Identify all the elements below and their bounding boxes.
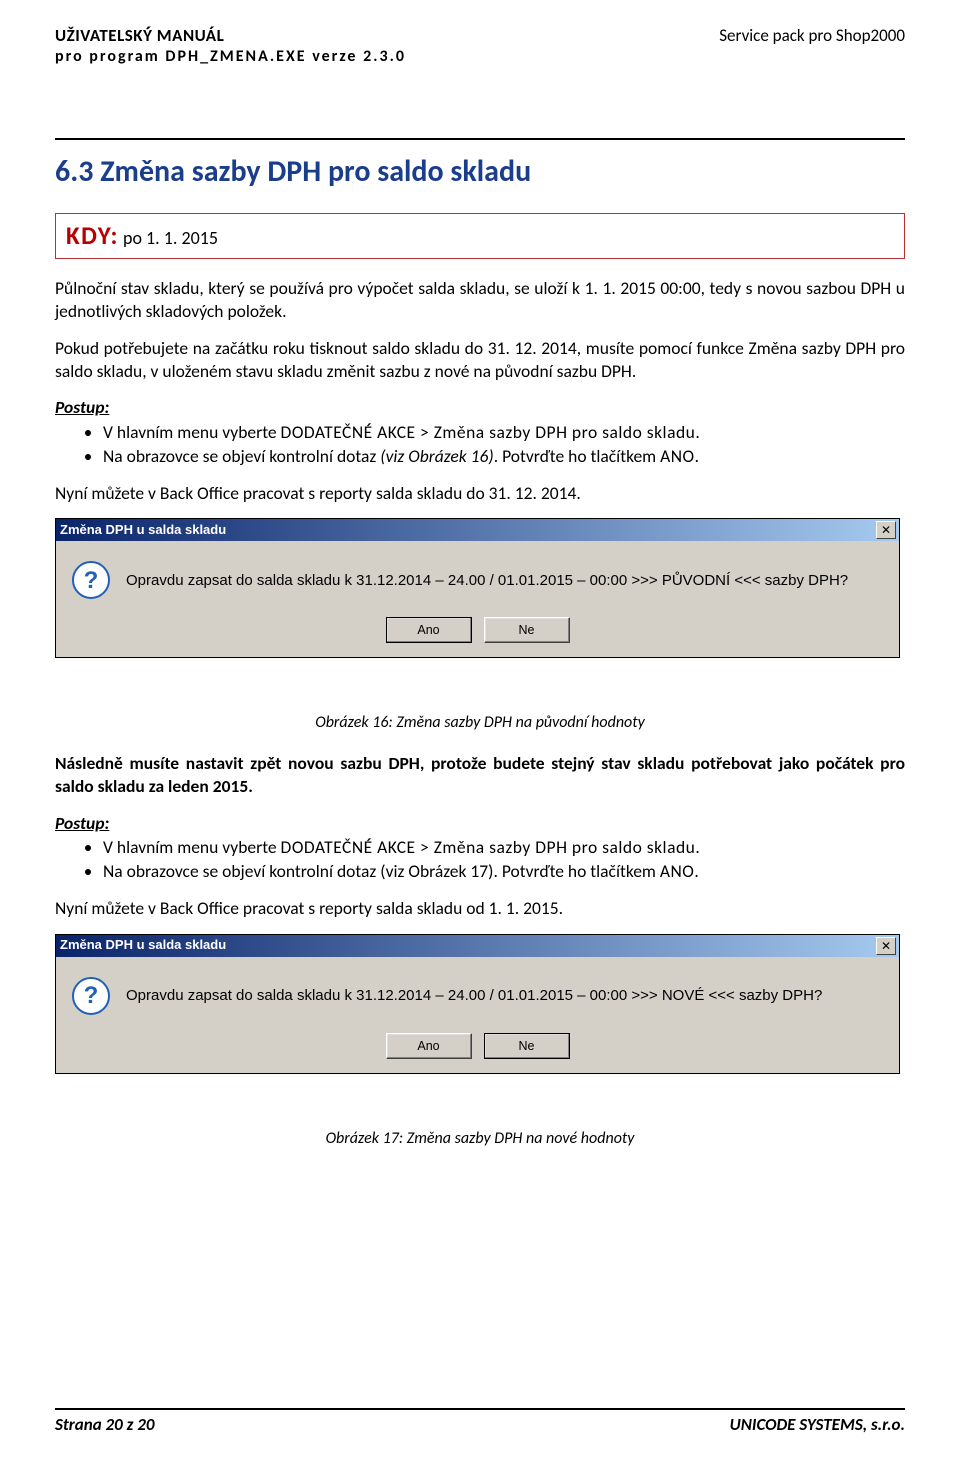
paragraph-4: Následně musíte nastavit zpět novou sazb… xyxy=(55,752,905,798)
kdy-text: po 1. 1. 2015 xyxy=(119,227,218,249)
menu-path: DODATEČNÉ AKCE > Změna sazby DPH pro sal… xyxy=(281,836,701,858)
paragraph-2: Pokud potřebujete na začátku roku tiskno… xyxy=(55,337,905,383)
no-button[interactable]: Ne xyxy=(484,1033,570,1059)
menu-path: DODATEČNÉ AKCE > Změna sazby DPH pro sal… xyxy=(281,421,701,443)
page-header: UŽIVATELSKÝ MANUÁL pro program DPH_ZMENA… xyxy=(55,25,905,68)
header-title-2: pro program DPH_ZMENA.EXE verze 2.3.0 xyxy=(55,47,406,68)
no-button[interactable]: Ne xyxy=(484,617,570,643)
paragraph-3: Nyní můžete v Back Office pracovat s rep… xyxy=(55,482,905,505)
close-button[interactable]: ✕ xyxy=(876,521,896,539)
list-item: Na obrazovce se objeví kontrolní dotaz (… xyxy=(103,445,905,468)
bullet-list-2: V hlavním menu vyberte DODATEČNÉ AKCE > … xyxy=(55,836,905,883)
postup-label-1: Postup: xyxy=(55,396,905,419)
dialog-message: Opravdu zapsat do salda skladu k 31.12.2… xyxy=(126,986,822,1006)
close-icon: ✕ xyxy=(881,940,891,952)
list-item: Na obrazovce se objeví kontrolní dotaz (… xyxy=(103,860,905,883)
dialog-box-2: Změna DPH u salda skladu ✕ ? Opravdu zap… xyxy=(55,934,900,1074)
dialog-box-1: Změna DPH u salda skladu ✕ ? Opravdu zap… xyxy=(55,518,900,658)
yes-button[interactable]: Ano xyxy=(386,1033,472,1059)
dialog-titlebar: Změna DPH u salda skladu ✕ xyxy=(56,935,899,957)
header-right: Service pack pro Shop2000 xyxy=(719,25,905,68)
figure-caption-16: Obrázek 16: Změna sazby DPH na původní h… xyxy=(55,713,905,734)
close-button[interactable]: ✕ xyxy=(876,937,896,955)
dialog-title: Změna DPH u salda skladu xyxy=(60,522,226,539)
dialog-message: Opravdu zapsat do salda skladu k 31.12.2… xyxy=(126,571,848,591)
postup-label-2: Postup: xyxy=(55,812,905,835)
paragraph-5: Nyní můžete v Back Office pracovat s rep… xyxy=(55,897,905,920)
list-item: V hlavním menu vyberte DODATEČNÉ AKCE > … xyxy=(103,421,905,444)
question-icon: ? xyxy=(72,561,110,599)
dialog-title: Změna DPH u salda skladu xyxy=(60,937,226,954)
page-footer: Strana 20 z 20 UNICODE SYSTEMS, s.r.o. xyxy=(55,1408,905,1436)
kdy-box: KDY: po 1. 1. 2015 xyxy=(55,213,905,260)
list-item: V hlavním menu vyberte DODATEČNÉ AKCE > … xyxy=(103,836,905,859)
footer-rule xyxy=(55,1408,905,1410)
yes-button[interactable]: Ano xyxy=(386,617,472,643)
header-title-1: UŽIVATELSKÝ MANUÁL xyxy=(55,25,406,47)
footer-left: Strana 20 z 20 xyxy=(55,1414,154,1436)
kdy-label: KDY: xyxy=(66,220,119,251)
section-heading: 6.3 Změna sazby DPH pro saldo skladu xyxy=(55,152,905,191)
figure-caption-17: Obrázek 17: Změna sazby DPH na nové hodn… xyxy=(55,1129,905,1150)
dialog-titlebar: Změna DPH u salda skladu ✕ xyxy=(56,519,899,541)
close-icon: ✕ xyxy=(881,524,891,536)
header-rule xyxy=(55,138,905,140)
question-icon: ? xyxy=(72,977,110,1015)
footer-right: UNICODE SYSTEMS, s.r.o. xyxy=(730,1414,905,1436)
paragraph-1: Půlnoční stav skladu, který se používá p… xyxy=(55,277,905,323)
bullet-list-1: V hlavním menu vyberte DODATEČNÉ AKCE > … xyxy=(55,421,905,468)
